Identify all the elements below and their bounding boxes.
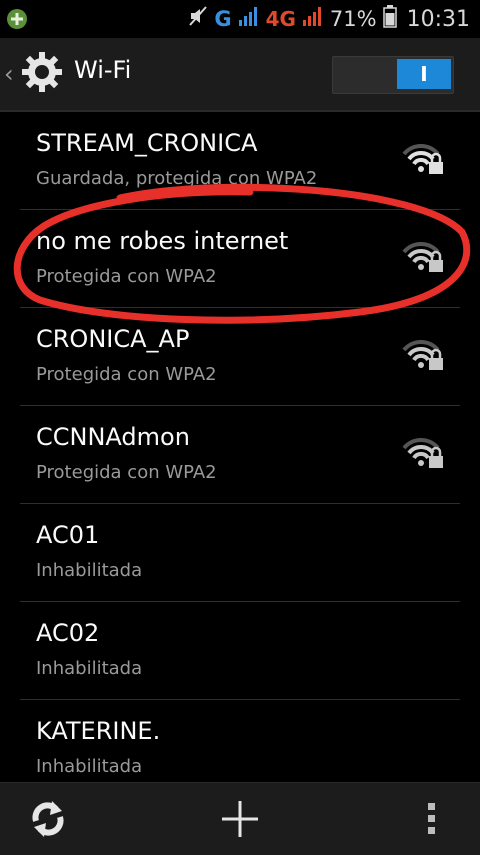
network-status: Inhabilitada	[36, 560, 143, 581]
network-status: Inhabilitada	[36, 756, 143, 777]
clock: 10:31	[406, 6, 470, 32]
wifi-lock-icon	[402, 142, 446, 178]
network-name: no me robes internet	[36, 227, 289, 255]
wifi-lock-icon	[402, 240, 446, 276]
chevron-left-icon[interactable]: ‹	[4, 60, 14, 88]
network-name: KATERINE.	[36, 717, 161, 745]
network-item[interactable]: no me robes internet Protegida con WPA2	[20, 210, 460, 308]
network-status: Guardada, protegida con WPA2	[36, 168, 318, 189]
add-circle-icon	[6, 8, 28, 34]
wifi-toggle-thumb: I	[397, 59, 451, 89]
wifi-lock-icon	[402, 436, 446, 472]
network-status: Protegida con WPA2	[36, 462, 217, 483]
network-item[interactable]: AC01 Inhabilitada	[20, 504, 460, 602]
page-title: Wi-Fi	[74, 56, 132, 84]
signal-icon	[302, 5, 324, 33]
wifi-lock-icon	[402, 338, 446, 374]
overflow-menu-icon[interactable]	[410, 797, 454, 841]
action-bar: ‹ Wi-Fi I	[0, 38, 480, 112]
network-type-g: G	[214, 7, 232, 31]
network-name: STREAM_CRONICA	[36, 129, 258, 157]
network-name: AC02	[36, 619, 100, 647]
network-name: CRONICA_AP	[36, 325, 190, 353]
network-status: Protegida con WPA2	[36, 364, 217, 385]
network-item[interactable]: CCNNAdmon Protegida con WPA2	[20, 406, 460, 504]
status-bar: G 4G 71% 10:31	[0, 0, 480, 38]
signal-icon	[238, 5, 260, 33]
network-status: Inhabilitada	[36, 658, 143, 679]
network-item[interactable]: CRONICA_AP Protegida con WPA2	[20, 308, 460, 406]
battery-icon	[382, 4, 397, 34]
bottom-action-bar	[0, 782, 480, 855]
battery-percent: 71%	[329, 7, 377, 31]
network-item[interactable]: STREAM_CRONICA Guardada, protegida con WP…	[20, 112, 460, 210]
gear-icon[interactable]	[20, 50, 64, 94]
network-type-4g: 4G	[265, 7, 296, 31]
wifi-toggle[interactable]: I	[332, 56, 454, 94]
refresh-icon[interactable]	[26, 797, 70, 841]
network-name: CCNNAdmon	[36, 423, 190, 451]
network-item[interactable]: AC02 Inhabilitada	[20, 602, 460, 700]
network-list: STREAM_CRONICA Guardada, protegida con WP…	[0, 112, 480, 798]
mute-icon	[188, 5, 208, 33]
network-name: AC01	[36, 521, 100, 549]
add-icon[interactable]	[218, 797, 262, 841]
network-status: Protegida con WPA2	[36, 266, 217, 287]
